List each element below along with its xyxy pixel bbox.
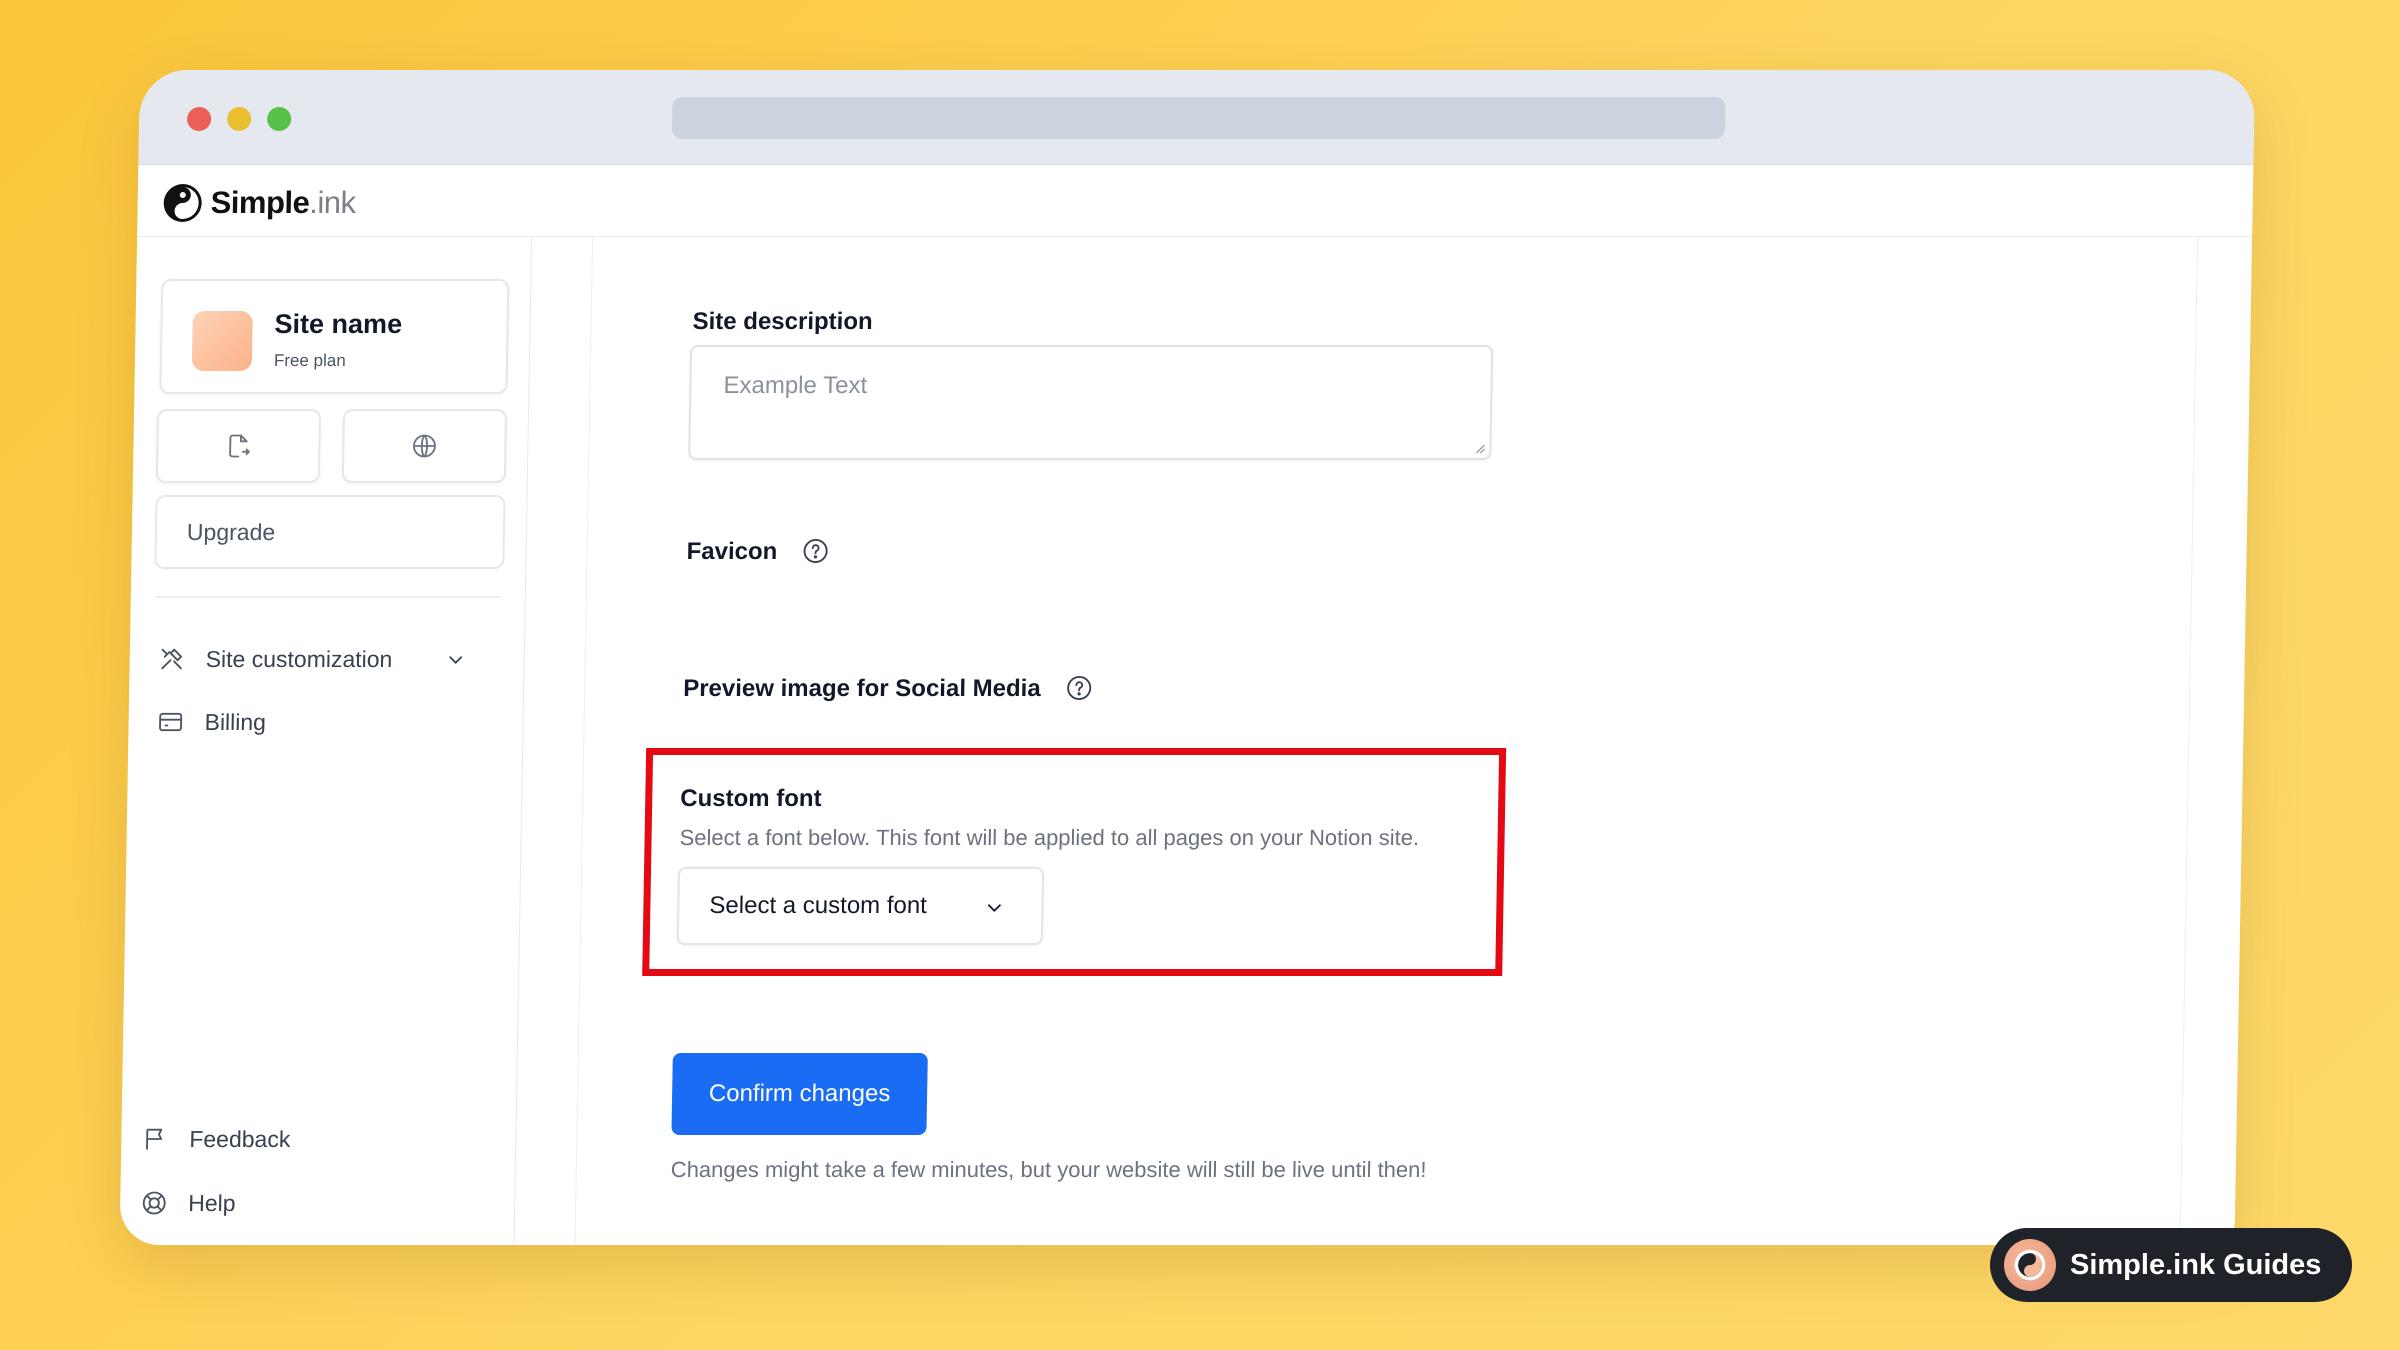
preview-image-label: Preview image for Social Media	[683, 675, 1094, 704]
sidebar-item-site-customization[interactable]: Site customization	[157, 645, 393, 673]
confirm-changes-button[interactable]: Confirm changes	[671, 1053, 928, 1135]
question-circle-icon[interactable]	[1065, 674, 1093, 702]
sidebar-item-label: Site customization	[205, 645, 393, 672]
guides-logo-icon	[2004, 1239, 2056, 1291]
yin-yang-logo-icon	[163, 184, 202, 222]
chevron-down-icon	[988, 904, 1001, 912]
sidebar-item-label: Help	[188, 1189, 236, 1216]
sidebar-item-label: Feedback	[189, 1125, 291, 1152]
lifebuoy-icon	[142, 1191, 166, 1215]
site-card[interactable]: Site name Free plan	[159, 279, 510, 394]
browser-titlebar	[138, 70, 2255, 165]
confirm-note: Changes might take a few minutes, but yo…	[670, 1157, 1427, 1182]
site-plan: Free plan	[273, 351, 346, 370]
app-header: Simple.ink	[137, 165, 2254, 237]
address-bar[interactable]	[671, 97, 1726, 139]
guides-label: Simple.ink Guides	[2070, 1248, 2322, 1281]
custom-font-label: Custom font	[680, 785, 822, 812]
sidebar-item-billing[interactable]: Billing	[156, 708, 266, 736]
custom-font-select-value: Select a custom font	[709, 892, 928, 919]
custom-font-description: Select a font below. This font will be a…	[679, 825, 1420, 850]
favicon-label: Favicon	[686, 538, 830, 567]
question-circle-icon[interactable]	[802, 537, 830, 565]
site-name: Site name	[274, 309, 403, 339]
browser-window: Simple.ink Site name Free plan Upgrade S…	[119, 70, 2256, 1245]
chevron-down-icon[interactable]	[445, 649, 467, 671]
card-icon	[159, 712, 183, 732]
custom-font-select[interactable]: Select a custom font	[676, 867, 1045, 945]
simpleink-guides-badge[interactable]: Simple.ink Guides	[1990, 1228, 2352, 1302]
sidebar-item-feedback[interactable]: Feedback	[141, 1125, 291, 1153]
maximize-window-button[interactable]	[266, 107, 292, 131]
upgrade-button[interactable]: Upgrade	[154, 495, 506, 569]
site-avatar	[191, 311, 253, 371]
main-panel-border-right	[2179, 237, 2199, 1245]
simpleink-logo[interactable]: Simple.ink	[162, 183, 356, 223]
visit-site-button[interactable]	[341, 409, 508, 483]
globe-icon	[413, 434, 436, 458]
sidebar: Site name Free plan Upgrade Site customi…	[119, 237, 533, 1245]
logo-text: Simple.ink	[210, 185, 356, 220]
close-window-button[interactable]	[186, 107, 212, 131]
flag-icon	[146, 1128, 163, 1150]
sidebar-item-label: Billing	[204, 708, 267, 735]
site-description-placeholder: Example Text	[723, 372, 868, 399]
site-description-textarea[interactable]: Example Text	[688, 345, 1494, 460]
sidebar-item-help[interactable]: Help	[140, 1189, 236, 1217]
resize-grip-icon[interactable]	[1471, 440, 1485, 454]
main-panel-border	[574, 237, 594, 1245]
tools-icon	[161, 648, 183, 670]
page-settings-button[interactable]	[155, 409, 322, 483]
site-description-label: Site description	[692, 308, 873, 335]
file-export-icon	[229, 434, 250, 458]
minimize-window-button[interactable]	[226, 107, 252, 131]
sidebar-divider	[155, 596, 501, 598]
